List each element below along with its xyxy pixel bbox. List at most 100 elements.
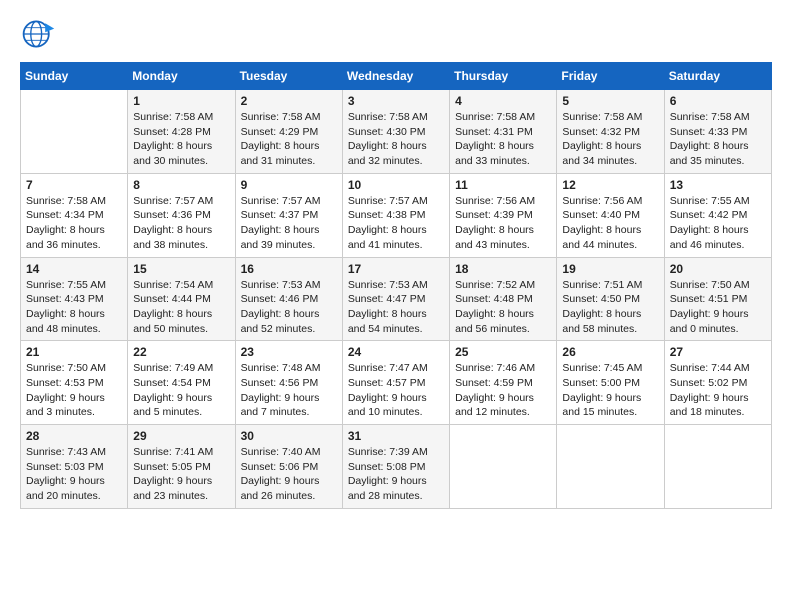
sunset-text: Sunset: 4:44 PM <box>133 293 211 305</box>
daylight-minutes: and 7 minutes. <box>241 406 310 418</box>
calendar-cell: 1Sunrise: 7:58 AMSunset: 4:28 PMDaylight… <box>128 90 235 174</box>
sunrise-text: Sunrise: 7:39 AM <box>348 446 428 458</box>
day-number: 11 <box>455 178 551 192</box>
daylight-minutes: and 48 minutes. <box>26 323 101 335</box>
day-number: 7 <box>26 178 122 192</box>
sunrise-text: Sunrise: 7:51 AM <box>562 279 642 291</box>
calendar-cell <box>450 425 557 509</box>
daylight-hours: Daylight: 9 hours <box>241 475 320 487</box>
sunrise-text: Sunrise: 7:57 AM <box>348 195 428 207</box>
calendar-table: SundayMondayTuesdayWednesdayThursdayFrid… <box>20 62 772 509</box>
calendar-cell: 16Sunrise: 7:53 AMSunset: 4:46 PMDayligh… <box>235 257 342 341</box>
column-header-wednesday: Wednesday <box>342 63 449 90</box>
daylight-minutes: and 26 minutes. <box>241 490 316 502</box>
daylight-minutes: and 28 minutes. <box>348 490 423 502</box>
cell-info: Sunrise: 7:54 AM Sunset: 4:44 PM Daylight:… <box>133 278 229 337</box>
day-number: 21 <box>26 345 122 359</box>
calendar-cell: 31Sunrise: 7:39 AMSunset: 5:08 PMDayligh… <box>342 425 449 509</box>
calendar-cell: 9Sunrise: 7:57 AMSunset: 4:37 PMDaylight… <box>235 173 342 257</box>
sunset-text: Sunset: 4:36 PM <box>133 209 211 221</box>
daylight-hours: Daylight: 9 hours <box>670 308 749 320</box>
daylight-minutes: and 5 minutes. <box>133 406 202 418</box>
cell-info: Sunrise: 7:57 AMSunset: 4:36 PMDaylight:… <box>133 194 229 253</box>
daylight-hours: Daylight: 8 hours <box>133 140 212 152</box>
sunset-text: Sunset: 4:40 PM <box>562 209 640 221</box>
sunrise-text: Sunrise: 7:50 AM <box>26 362 106 374</box>
sunset-text: Sunset: 4:56 PM <box>241 377 319 389</box>
sunrise-text: Sunrise: 7:53 AM <box>241 279 321 291</box>
cell-info: Sunrise: 7:40 AMSunset: 5:06 PMDaylight:… <box>241 445 337 504</box>
daylight-minutes: and 3 minutes. <box>26 406 95 418</box>
sunrise-text: Sunrise: 7:41 AM <box>133 446 213 458</box>
calendar-cell: 30Sunrise: 7:40 AMSunset: 5:06 PMDayligh… <box>235 425 342 509</box>
sunrise-text: Sunrise: 7:52 AM <box>455 279 535 291</box>
calendar-cell <box>21 90 128 174</box>
calendar-cell: 11Sunrise: 7:56 AMSunset: 4:39 PMDayligh… <box>450 173 557 257</box>
calendar-week-row: 14Sunrise: 7:55 AMSunset: 4:43 PMDayligh… <box>21 257 772 341</box>
sunset-text: Sunset: 4:51 PM <box>670 293 748 305</box>
sunrise-text: Sunrise: 7:58 AM <box>562 111 642 123</box>
day-number: 17 <box>348 262 444 276</box>
sunrise-text: Sunrise: 7:57 AM <box>241 195 321 207</box>
calendar-cell: 19Sunrise: 7:51 AMSunset: 4:50 PMDayligh… <box>557 257 664 341</box>
cell-info: Sunrise: 7:50 AMSunset: 4:51 PMDaylight:… <box>670 278 766 337</box>
daylight-hours: Daylight: 9 hours <box>241 392 320 404</box>
daylight-minutes: and 58 minutes. <box>562 323 637 335</box>
day-number: 8 <box>133 178 229 192</box>
day-number: 13 <box>670 178 766 192</box>
sunrise-text: Sunrise: 7:58 AM <box>241 111 321 123</box>
calendar-cell: 18Sunrise: 7:52 AMSunset: 4:48 PMDayligh… <box>450 257 557 341</box>
daylight-minutes: and 41 minutes. <box>348 239 423 251</box>
day-number: 3 <box>348 94 444 108</box>
page-header <box>20 16 772 52</box>
day-number: 15 <box>133 262 229 276</box>
cell-info: Sunrise: 7:52 AMSunset: 4:48 PMDaylight:… <box>455 278 551 337</box>
daylight-minutes: and 44 minutes. <box>562 239 637 251</box>
calendar-cell: 14Sunrise: 7:55 AMSunset: 4:43 PMDayligh… <box>21 257 128 341</box>
daylight-minutes: and 18 minutes. <box>670 406 745 418</box>
sunset-text: Sunset: 4:42 PM <box>670 209 748 221</box>
cell-info: Sunrise: 7:57 AMSunset: 4:38 PMDaylight:… <box>348 194 444 253</box>
daylight-hours: Daylight: 8 hours <box>455 224 534 236</box>
cell-info: Sunrise: 7:50 AMSunset: 4:53 PMDaylight:… <box>26 361 122 420</box>
cell-info: Sunrise: 7:58 AMSunset: 4:31 PMDaylight:… <box>455 110 551 169</box>
sunset-text: Sunset: 4:32 PM <box>562 126 640 138</box>
sunset-text: Sunset: 4:46 PM <box>241 293 319 305</box>
sunset-text: Sunset: 4:47 PM <box>348 293 426 305</box>
sunrise-text: Sunrise: 7:48 AM <box>241 362 321 374</box>
sunrise-text: Sunrise: 7:40 AM <box>241 446 321 458</box>
calendar-cell: 3Sunrise: 7:58 AMSunset: 4:30 PMDaylight… <box>342 90 449 174</box>
calendar-cell <box>557 425 664 509</box>
daylight-minutes: and 46 minutes. <box>670 239 745 251</box>
sunset-text: Sunset: 4:39 PM <box>455 209 533 221</box>
daylight-hours: Daylight: 9 hours <box>455 392 534 404</box>
calendar-cell: 13Sunrise: 7:55 AMSunset: 4:42 PMDayligh… <box>664 173 771 257</box>
daylight-minutes: and 38 minutes. <box>133 239 208 251</box>
cell-info: Sunrise: 7:41 AMSunset: 5:05 PMDaylight:… <box>133 445 229 504</box>
calendar-cell: 12Sunrise: 7:56 AMSunset: 4:40 PMDayligh… <box>557 173 664 257</box>
day-number: 26 <box>562 345 658 359</box>
calendar-week-row: 28Sunrise: 7:43 AMSunset: 5:03 PMDayligh… <box>21 425 772 509</box>
daylight-hours: Daylight: 8 hours <box>348 224 427 236</box>
calendar-cell: 15 Sunrise: 7:54 AM Sunset: 4:44 PM Dayligh… <box>128 257 235 341</box>
sunset-text: Sunset: 4:37 PM <box>241 209 319 221</box>
calendar-cell: 4Sunrise: 7:58 AMSunset: 4:31 PMDaylight… <box>450 90 557 174</box>
daylight-hours: Daylight: 8 hours <box>241 224 320 236</box>
calendar-cell: 21 Sunrise: 7:50 AMSunset: 4:53 PMDayligh… <box>21 341 128 425</box>
sunrise-text: Sunrise: 7:43 AM <box>26 446 106 458</box>
daylight-minutes: and 56 minutes. <box>455 323 530 335</box>
cell-info: Sunrise: 7:43 AMSunset: 5:03 PMDaylight:… <box>26 445 122 504</box>
day-number: 1 <box>133 94 229 108</box>
cell-info: Sunrise: 7:56 AMSunset: 4:40 PMDaylight:… <box>562 194 658 253</box>
sunrise-text: Sunrise: 7:58 AM <box>670 111 750 123</box>
daylight-hours: Daylight: 8 hours <box>562 224 641 236</box>
cell-info: Sunrise: 7:58 AMSunset: 4:29 PMDaylight:… <box>241 110 337 169</box>
daylight-hours: Daylight: 9 hours <box>348 392 427 404</box>
sunrise-text: Sunrise: 7:54 AM <box>133 279 213 291</box>
sunset-text: Sunset: 5:08 PM <box>348 461 426 473</box>
daylight-hours: Daylight: 8 hours <box>348 308 427 320</box>
calendar-week-row: 7Sunrise: 7:58 AMSunset: 4:34 PMDaylight… <box>21 173 772 257</box>
sunset-text: Sunset: 4:43 PM <box>26 293 104 305</box>
daylight-minutes: and 31 minutes. <box>241 155 316 167</box>
daylight-hours: Daylight: 8 hours <box>133 308 212 320</box>
